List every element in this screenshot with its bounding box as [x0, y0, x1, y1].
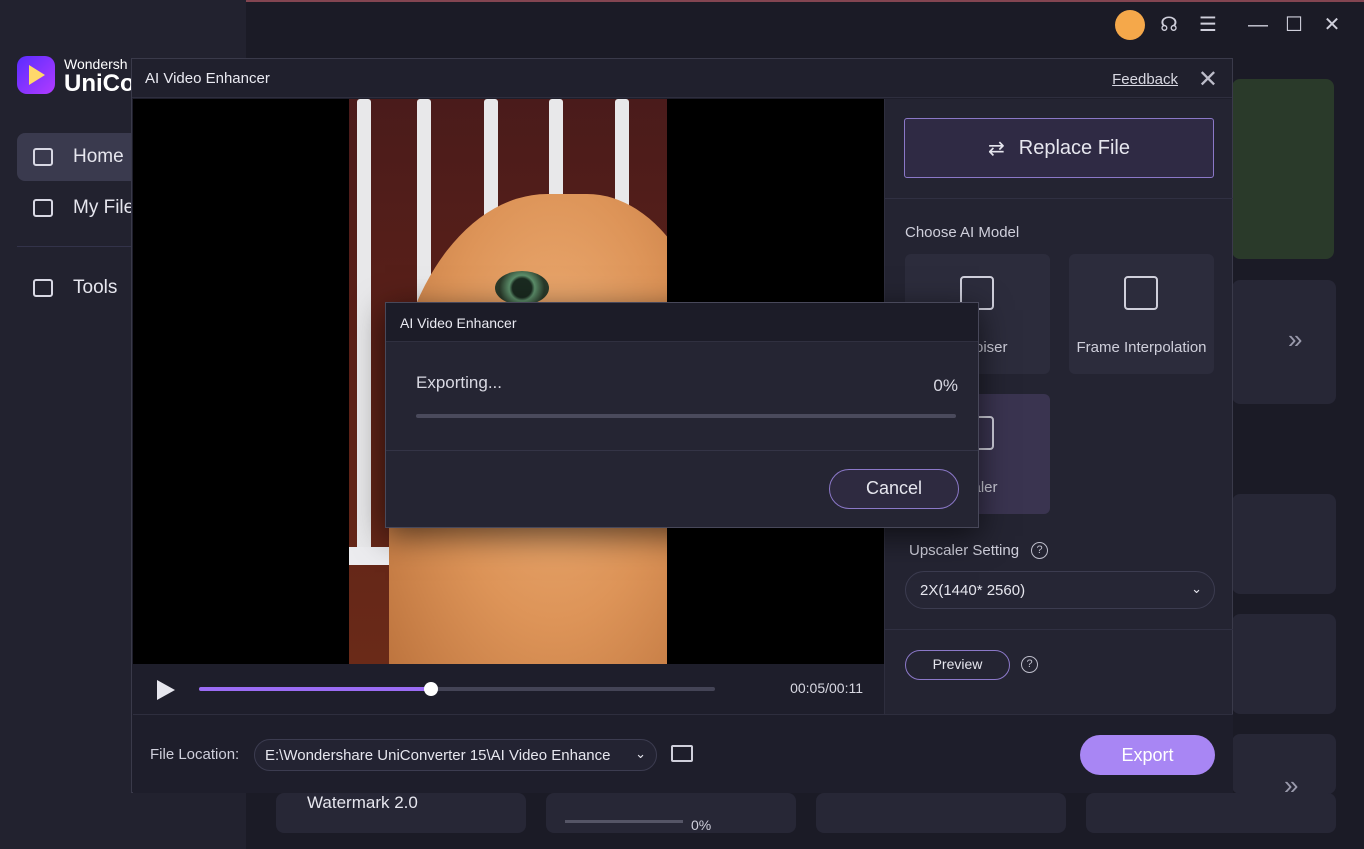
tool-card-vocal-remover[interactable]: 0% [546, 793, 796, 833]
preview-button[interactable]: Preview [905, 650, 1010, 680]
export-status: Exporting... [416, 373, 502, 392]
seek-bar[interactable] [199, 682, 715, 696]
chevron-right-icon: » [1288, 324, 1303, 354]
chevron-down-icon: ⌄ [635, 746, 646, 761]
app-logo [17, 56, 55, 94]
cat-eye [495, 271, 549, 305]
menu-icon[interactable]: ☰ [1197, 14, 1219, 36]
toolbox-icon [33, 279, 53, 297]
swap-icon: ⇄ [988, 137, 1005, 160]
player-controls: 00:05/00:11 [133, 664, 884, 714]
export-button[interactable]: Export [1080, 735, 1215, 775]
vocal-progress-track [565, 820, 683, 823]
seek-fill [199, 687, 432, 691]
file-location-select[interactable]: E:\Wondershare UniConverter 15\AI Video … [254, 739, 657, 771]
dialog-divider [386, 450, 978, 451]
file-location-label: File Location: [150, 746, 240, 763]
export-percent: 0% [933, 376, 958, 395]
nav-tools-label: Tools [73, 277, 118, 298]
maximize-icon[interactable]: ☐ [1283, 14, 1305, 36]
help-icon[interactable]: ? [1021, 656, 1038, 673]
minimize-icon[interactable]: — [1247, 14, 1269, 36]
tool-card-watermark[interactable]: Watermark 2.0 [276, 793, 526, 833]
play-button[interactable] [157, 680, 175, 700]
dialog-title: AI Video Enhancer [400, 315, 517, 331]
upscaler-select[interactable]: 2X(1440* 2560) ⌄ [905, 571, 1215, 609]
playback-time: 00:05/00:11 [790, 680, 863, 696]
tool-card-more-2[interactable] [1086, 793, 1336, 833]
user-avatar[interactable] [1115, 10, 1145, 40]
home-icon [33, 148, 53, 166]
seek-handle[interactable] [424, 682, 439, 696]
close-icon[interactable]: ✕ [1198, 65, 1218, 94]
watermark-label: Watermark 2.0 [307, 793, 418, 812]
window-title: AI Video Enhancer [145, 70, 270, 87]
model-frame-interpolation-label: Frame Interpolation [1076, 339, 1207, 356]
feature-card-more-1[interactable]: » [1232, 280, 1336, 404]
feature-card-convert[interactable] [1232, 614, 1336, 714]
export-progress-dialog: AI Video Enhancer Exporting... 0% Cancel [385, 302, 979, 528]
help-icon[interactable]: ? [1031, 542, 1048, 559]
replace-file-button[interactable]: ⇄ Replace File [904, 118, 1214, 178]
window-close-icon[interactable]: ✕ [1321, 14, 1343, 36]
brand-main: UniCo [64, 70, 135, 97]
nav-home-label: Home [73, 146, 124, 167]
panel-divider [885, 629, 1233, 630]
feature-card-promo[interactable] [1232, 79, 1334, 259]
nav-my-file-label: My File [73, 197, 135, 218]
file-location-value: E:\Wondershare UniConverter 15\AI Video … [265, 747, 611, 764]
feedback-link[interactable]: Feedback [1112, 71, 1178, 88]
chevron-down-icon: ⌄ [1191, 581, 1202, 596]
cage-bar [357, 99, 371, 559]
chevron-right-icon: » [1284, 770, 1299, 800]
headset-icon[interactable]: ☊ [1158, 14, 1180, 36]
replace-file-label: Replace File [1018, 136, 1130, 159]
open-folder-icon[interactable] [671, 745, 693, 762]
feature-card-more-3[interactable]: » [1232, 734, 1336, 800]
upscaler-setting-label: Upscaler Setting [909, 542, 1020, 559]
vocal-progress-text: 0% [691, 817, 712, 833]
window-header: AI Video Enhancer Feedback ✕ [132, 59, 1232, 98]
model-frame-interpolation[interactable]: Frame Interpolation [1069, 254, 1214, 374]
upscaler-select-value: 2X(1440* 2560) [920, 582, 1026, 599]
tool-card-voice-changer[interactable] [816, 793, 1066, 833]
dialog-header: AI Video Enhancer [386, 303, 978, 342]
frame-interpolation-icon [1124, 276, 1158, 310]
feature-card-audio[interactable] [1232, 494, 1336, 594]
export-progress-bar [416, 414, 956, 418]
window-footer: File Location: E:\Wondershare UniConvert… [133, 714, 1233, 793]
panel-divider [885, 198, 1233, 199]
choose-model-label: Choose AI Model [905, 224, 1020, 241]
cancel-button[interactable]: Cancel [829, 469, 959, 509]
folder-icon [33, 199, 53, 217]
